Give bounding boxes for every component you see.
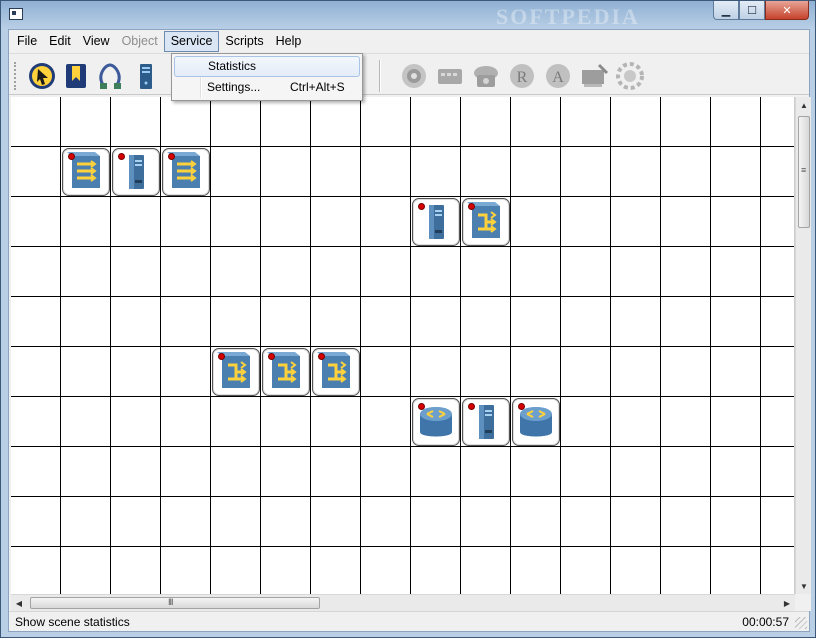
computer-node[interactable] [462, 398, 510, 446]
status-indicator-dot [318, 353, 325, 360]
service-dropdown-menu: Statistics Settings... Ctrl+Alt+S [171, 53, 363, 101]
title-bar[interactable]: SOFTPEDIA ▁ ☐ ✕ [1, 1, 815, 29]
maximize-button[interactable]: ☐ [739, 1, 765, 20]
status-indicator-dot [468, 403, 475, 410]
watermark: SOFTPEDIA [496, 4, 640, 29]
bookmark-tool-button[interactable] [59, 59, 93, 93]
menu-item-settings[interactable]: Settings... Ctrl+Alt+S [174, 77, 360, 98]
vertical-scroll-thumb[interactable]: ≡ [798, 116, 810, 228]
router-r-disabled-icon: R [510, 64, 534, 88]
scroll-up-button[interactable]: ▲ [796, 97, 812, 113]
computer-node[interactable] [112, 148, 160, 196]
scroll-down-button[interactable]: ▼ [796, 578, 812, 594]
status-timer: 00:00:57 [742, 615, 789, 629]
gear-disabled-tool-button [397, 59, 431, 93]
horizontal-scroll-thumb[interactable]: III [30, 597, 320, 609]
close-button[interactable]: ✕ [765, 1, 809, 20]
network-canvas[interactable] [11, 97, 795, 594]
settings-disabled-tool-button [613, 59, 647, 93]
menu-view[interactable]: View [77, 31, 116, 52]
window-controls: ▁ ☐ ✕ [713, 1, 809, 20]
network-card-disabled-tool-button [577, 59, 611, 93]
menu-object: Object [121, 34, 158, 48]
hub-node[interactable] [262, 348, 310, 396]
horizontal-scrollbar[interactable]: ◀ III ▶ [11, 594, 795, 611]
status-indicator-dot [418, 203, 425, 210]
menu-item-label: Statistics [208, 59, 257, 73]
vertical-thumb-grip: ≡ [801, 165, 806, 175]
status-indicator-dot [518, 403, 525, 410]
switch-disabled-icon [438, 69, 462, 84]
settings-disabled-icon [616, 62, 644, 90]
menu-help[interactable]: Help [270, 31, 308, 52]
scroll-right-button[interactable]: ▶ [779, 595, 795, 611]
scroll-left-button[interactable]: ◀ [11, 595, 27, 611]
status-bar: Show scene statistics 00:00:57 [9, 611, 809, 631]
hub-node[interactable] [462, 198, 510, 246]
status-indicator-dot [468, 203, 475, 210]
status-indicator-dot [268, 353, 275, 360]
toolbar-separator [379, 60, 381, 92]
router-node[interactable] [412, 398, 460, 446]
computer-icon [140, 64, 152, 89]
gear-disabled-icon [402, 64, 426, 88]
computer-tool-button[interactable] [129, 59, 163, 93]
router-node[interactable] [512, 398, 560, 446]
cable-tool-button[interactable] [93, 59, 127, 93]
status-indicator-dot [68, 153, 75, 160]
menu-file[interactable]: File [11, 31, 43, 52]
svg-text:A: A [552, 69, 564, 86]
router-a-disabled-tool-button: A [541, 59, 575, 93]
phone-disabled-icon [474, 66, 498, 87]
pointer-tool-button[interactable] [25, 59, 59, 93]
client-area: File Edit View Object Service Scripts Help RA … [8, 29, 811, 632]
menu-item-label: Settings... [207, 80, 261, 94]
menu-item-shortcut: Ctrl+Alt+S [290, 80, 345, 94]
hub-node[interactable] [212, 348, 260, 396]
menu-service[interactable]: Service [163, 31, 220, 52]
computer-node[interactable] [412, 198, 460, 246]
menu-bar: File Edit View Object Service Scripts Help [9, 30, 809, 53]
menu-edit[interactable]: Edit [43, 31, 77, 52]
toolbar: RA [9, 53, 809, 95]
status-message: Show scene statistics [15, 615, 130, 629]
app-window: SOFTPEDIA ▁ ☐ ✕ File Edit View Object Servic… [0, 0, 816, 638]
status-indicator-dot [118, 153, 125, 160]
hub-node[interactable] [312, 348, 360, 396]
vertical-scrollbar[interactable]: ▲ ≡ ▼ [795, 97, 811, 594]
pointer-icon [29, 63, 55, 89]
scroll-corner [795, 594, 811, 611]
svg-text:R: R [517, 69, 528, 86]
phone-disabled-tool-button [469, 59, 503, 93]
minimize-button[interactable]: ▁ [713, 1, 739, 20]
network-card-disabled-icon [582, 63, 609, 87]
switch-node[interactable] [62, 148, 110, 196]
toolbar-grip[interactable] [14, 62, 17, 90]
cable-icon [99, 63, 121, 89]
menu-scripts[interactable]: Scripts [219, 31, 269, 52]
app-icon[interactable] [9, 8, 23, 20]
router-a-disabled-icon: A [546, 64, 570, 88]
router-r-disabled-tool-button: R [505, 59, 539, 93]
bookmark-icon [66, 64, 86, 88]
horizontal-thumb-grip: III [168, 597, 173, 607]
resize-grip[interactable] [795, 617, 807, 629]
switch-node[interactable] [162, 148, 210, 196]
switch-disabled-tool-button [433, 59, 467, 93]
status-indicator-dot [418, 403, 425, 410]
status-indicator-dot [218, 353, 225, 360]
menu-item-statistics[interactable]: Statistics [174, 56, 360, 77]
status-indicator-dot [168, 153, 175, 160]
